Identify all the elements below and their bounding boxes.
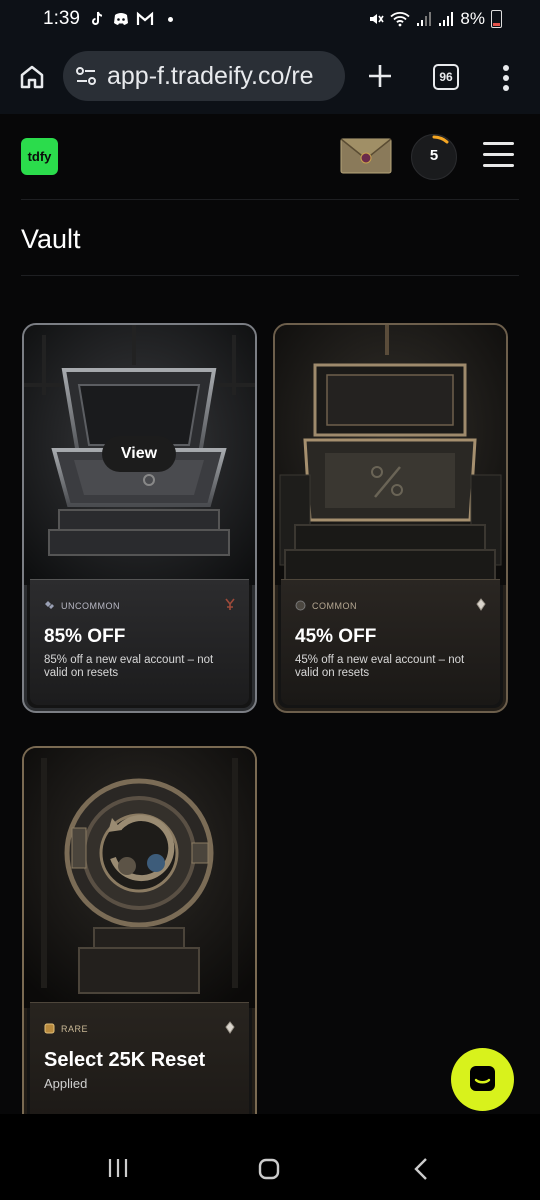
streak-counter[interactable]: 5: [411, 134, 457, 180]
card-info-panel: UNCOMMON 85% OFF 85% off a new eval acco…: [30, 579, 249, 705]
rarity-label: UNCOMMON: [44, 600, 120, 611]
battery-percent: 8%: [460, 9, 485, 28]
card-description: 85% off a new eval account – not valid o…: [44, 654, 214, 679]
signal-icon-1: [417, 12, 432, 26]
address-bar[interactable]: app-f.tradeify.co/re: [63, 51, 345, 101]
recent-apps-icon[interactable]: [107, 1158, 129, 1178]
url-text: app-f.tradeify.co/re: [107, 62, 314, 90]
streak-count: 5: [429, 147, 439, 164]
status-time: 1:39: [43, 8, 80, 29]
vault-door-image: [24, 748, 255, 1008]
card-title: 45% OFF: [295, 626, 377, 647]
battery-icon: [491, 10, 502, 28]
rare-gold-icon: [44, 1023, 55, 1034]
gmail-icon: [136, 11, 154, 25]
home-nav-icon[interactable]: [258, 1158, 280, 1180]
uncommon-gem-icon: [45, 601, 54, 609]
vault-card-uncommon[interactable]: View UNCOMMON 85% OFF 85% off a new eval…: [22, 323, 257, 713]
card-description: 45% off a new eval account – not valid o…: [295, 654, 465, 679]
hamburger-icon[interactable]: [483, 142, 514, 170]
title-divider: [21, 275, 519, 276]
header-divider: [21, 199, 519, 200]
tdfy-logo[interactable]: tdfy: [21, 138, 58, 175]
android-nav-bar: [0, 1114, 540, 1200]
card-title: Select 25K Reset: [44, 1049, 206, 1071]
common-stone-icon: [295, 600, 306, 611]
back-icon[interactable]: [413, 1157, 429, 1181]
card-title: 85% OFF: [44, 626, 126, 647]
crystal-icon: [476, 598, 486, 611]
rarity-text: UNCOMMON: [61, 600, 120, 611]
home-icon[interactable]: [18, 63, 46, 91]
plus-icon[interactable]: [366, 62, 394, 90]
rarity-text: RARE: [61, 1023, 89, 1034]
wifi-icon: [390, 12, 411, 27]
vault-card-common[interactable]: COMMON 45% OFF 45% off a new eval accoun…: [273, 323, 508, 713]
chat-icon: [470, 1066, 495, 1091]
card-info-panel: RARE Select 25K Reset Applied: [30, 1002, 249, 1128]
signal-icon-2: [439, 12, 454, 26]
crystal-icon: [225, 1021, 235, 1034]
web-page: tdfy 5 Vault View UNCOMMON 85% OFF 85% o…: [0, 114, 540, 1128]
rarity-text: COMMON: [312, 600, 357, 611]
more-notifications-dot: [168, 16, 173, 22]
vault-card-rare[interactable]: RARE Select 25K Reset Applied: [22, 746, 257, 1128]
card-status: Applied: [44, 1076, 88, 1091]
more-icon[interactable]: [502, 64, 510, 92]
status-bar: 1:39 8%: [0, 0, 540, 38]
rarity-label: RARE: [44, 1023, 88, 1034]
discord-icon: [114, 13, 128, 25]
site-settings-icon[interactable]: [75, 66, 97, 86]
card-info-panel: COMMON 45% OFF 45% off a new eval accoun…: [281, 579, 500, 705]
notification-icons: [88, 10, 173, 28]
chat-button[interactable]: [451, 1048, 514, 1111]
tiktok-icon: [92, 11, 103, 25]
tabs-icon[interactable]: 96: [433, 64, 459, 90]
system-icons: 8%: [368, 9, 502, 29]
browser-toolbar: app-f.tradeify.co/re 96: [0, 38, 540, 114]
envelope-icon[interactable]: [340, 138, 392, 174]
bronze-case-image: [275, 325, 506, 585]
view-button[interactable]: View: [102, 436, 176, 472]
mute-icon: [370, 14, 385, 24]
sword-icon: [225, 598, 235, 610]
page-title: Vault: [21, 224, 81, 254]
rarity-label: COMMON: [295, 600, 357, 611]
